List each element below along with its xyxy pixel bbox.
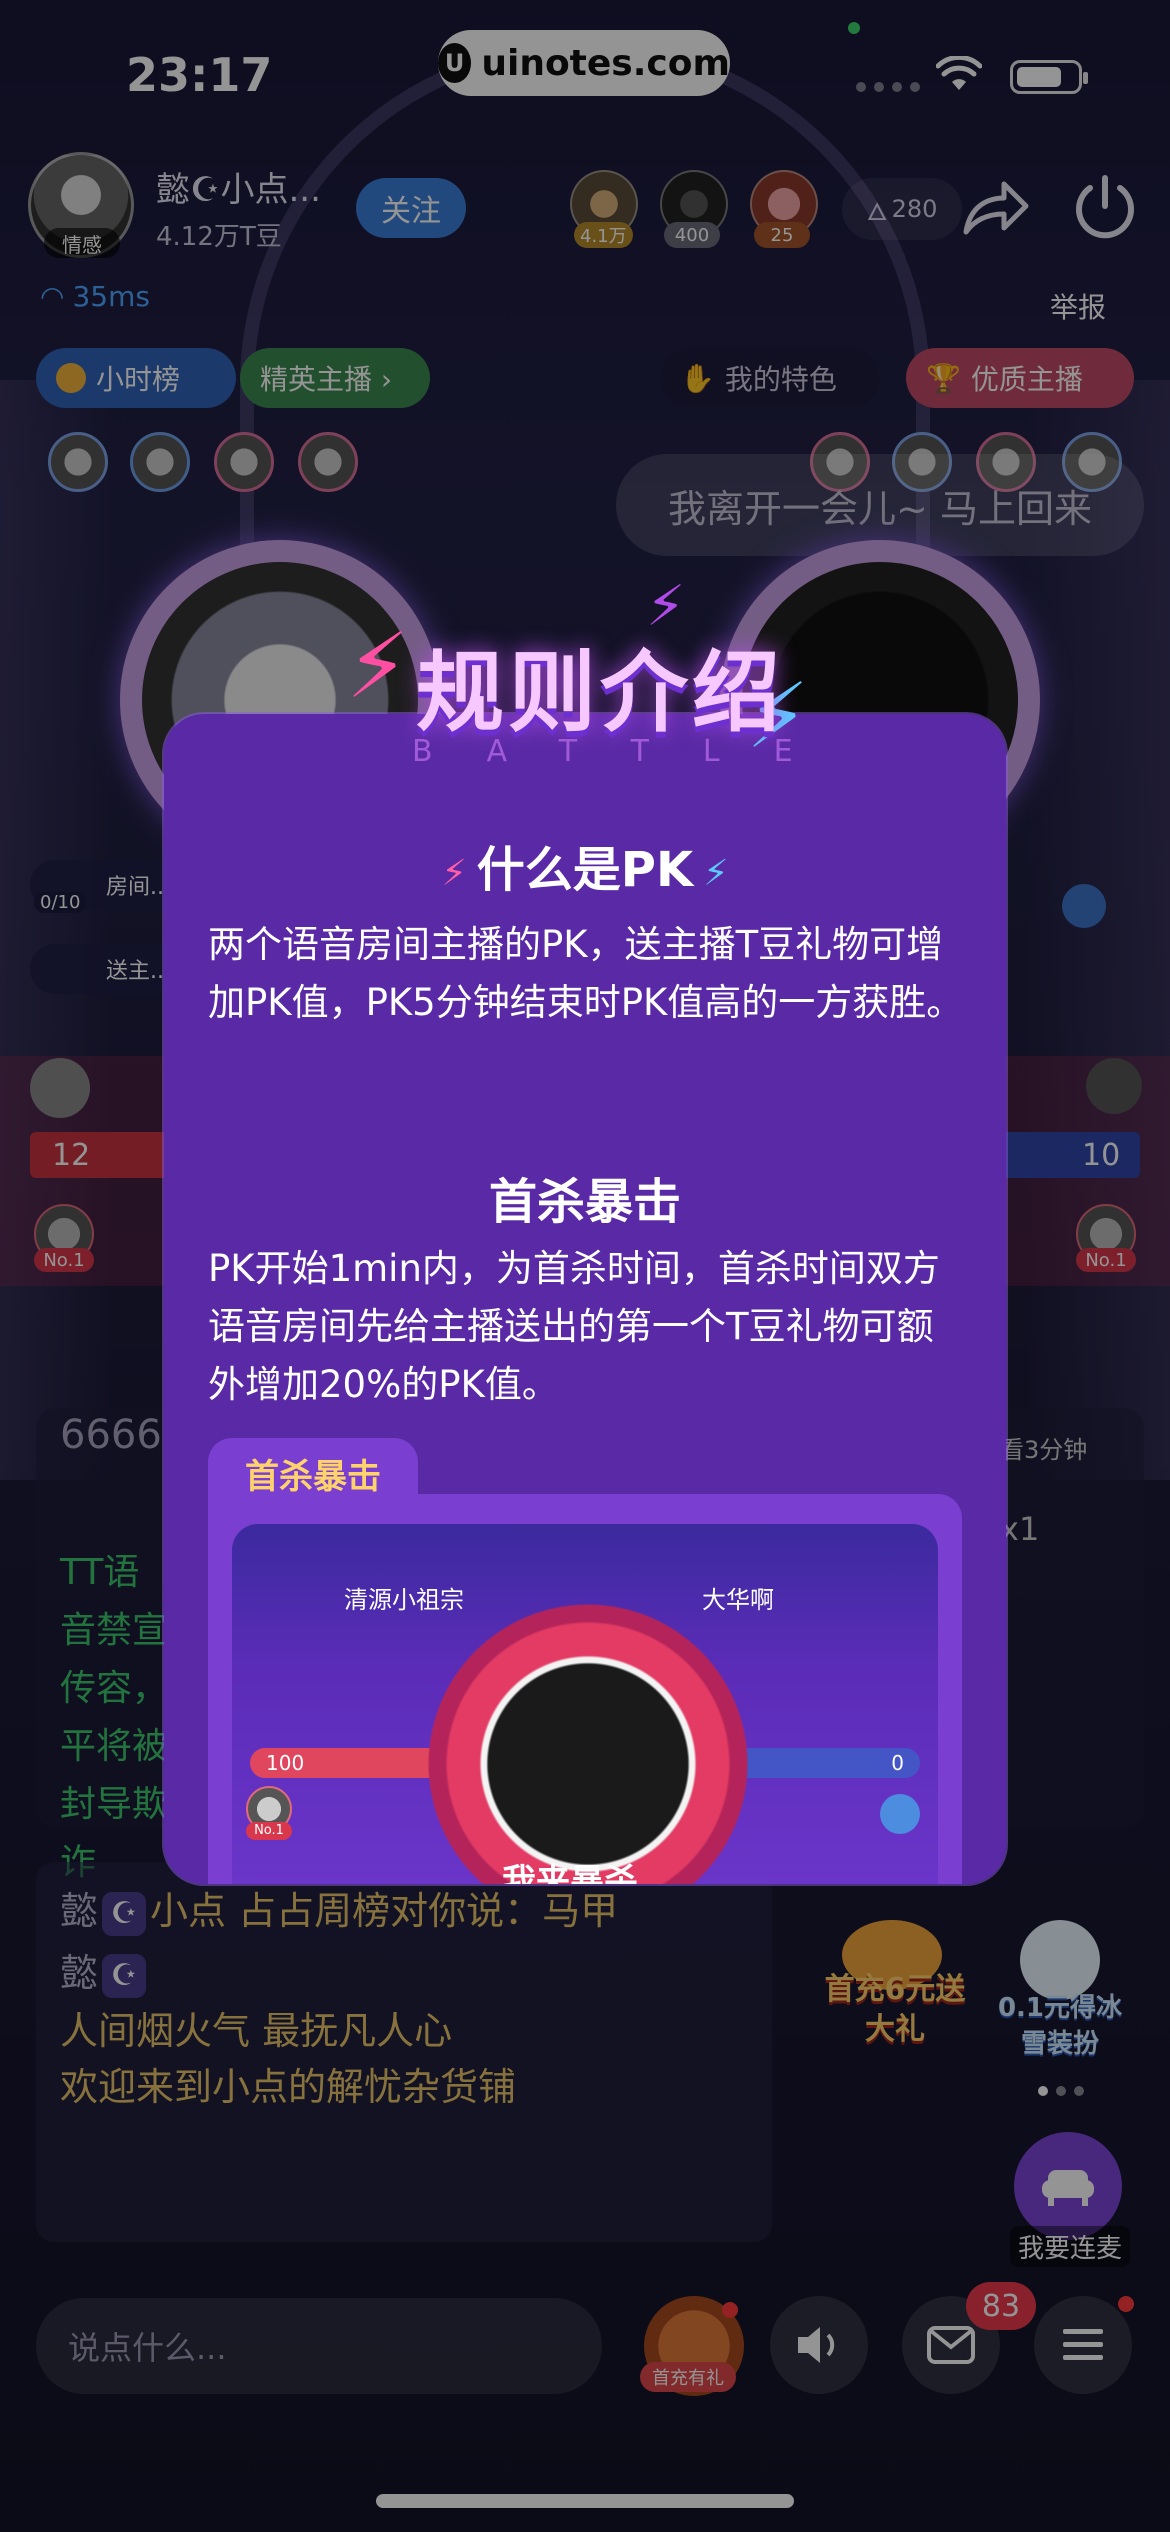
preview-center-avatar — [428, 1604, 748, 1884]
modal-title-banner: ⚡ ⚡ ⚡ 规则介绍 BATTLE — [346, 574, 826, 774]
section-what-is-pk-body: 两个语音房间主播的PK，送主播T豆礼物可增加PK值，PK5分钟结束时PK值高的一… — [208, 923, 964, 1024]
lightning-icon: ⚡ — [346, 614, 410, 719]
rules-modal: ⚡ 什么是PK ⚡ 两个语音房间主播的PK，送主播T豆礼物可增加PK值，PK5分钟结… — [164, 714, 1006, 1884]
section-what-is-pk-title: ⚡ 什么是PK ⚡ — [164, 830, 1006, 900]
preview-no1-tag: No.1 — [246, 1822, 292, 1840]
modal-title: 规则介绍 — [416, 641, 785, 744]
section-first-kill-body: PK开始1min内，为首杀时间，首杀时间双方语音房间先给主播送出的第一个T豆礼物… — [208, 1247, 940, 1406]
section-first-kill-title: 首杀暴击 — [488, 1174, 681, 1230]
section-what-is-pk-title-text: 什么是PK — [476, 842, 694, 898]
preview-screen: 清源小祖宗 大华啊 100 0 No.1 我来暴杀 — [232, 1524, 938, 1884]
preview-left-host-name: 清源小祖宗 — [344, 1586, 464, 1614]
first-kill-preview: 清源小祖宗 大华啊 100 0 No.1 我来暴杀 — [208, 1494, 962, 1884]
modal-subtitle: BATTLE — [412, 734, 847, 769]
lightning-icon: ⚡ — [441, 852, 467, 894]
lightning-icon: ⚡ — [703, 852, 729, 894]
preview-chat-icon — [880, 1794, 920, 1834]
preview-right-host-name: 大华啊 — [702, 1586, 774, 1614]
preview-banner-text: 我来暴杀 — [502, 1862, 638, 1884]
